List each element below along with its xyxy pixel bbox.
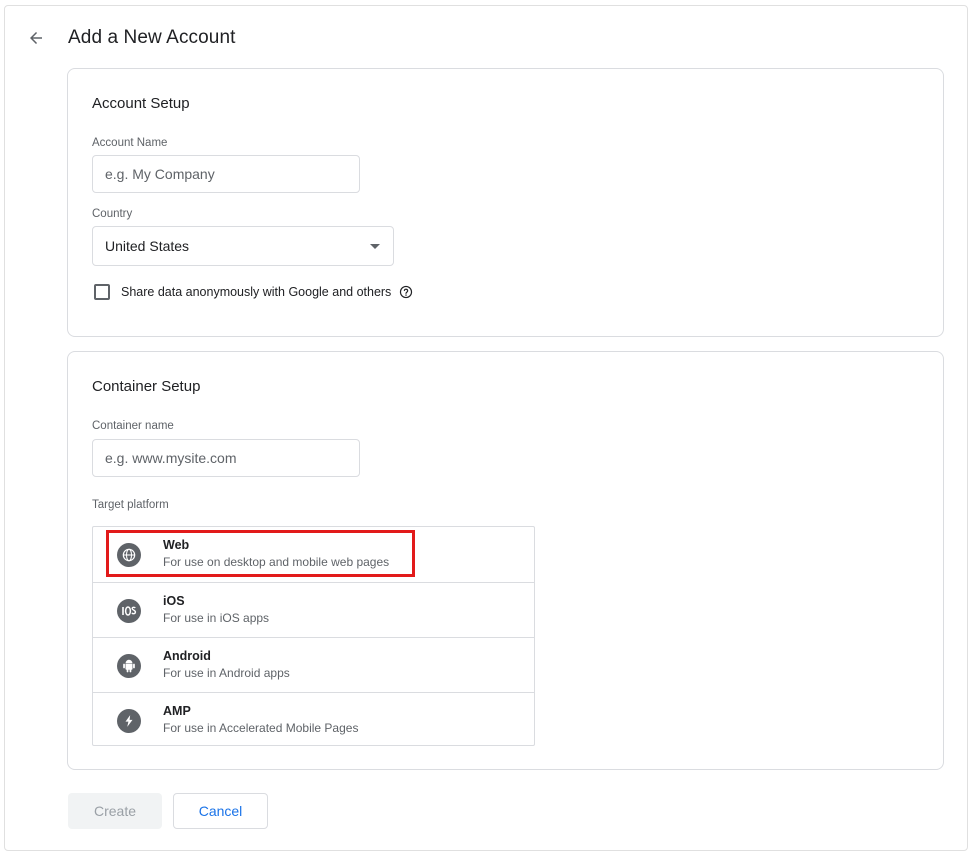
platform-description: For use in Accelerated Mobile Pages: [163, 721, 359, 735]
platform-name: Android: [163, 649, 211, 663]
container-setup-card: Container Setup Container name Target pl…: [67, 351, 944, 770]
dropdown-arrow-icon: [370, 244, 380, 249]
country-selected-value: United States: [105, 238, 190, 254]
target-platform-label: Target platform: [92, 499, 169, 511]
account-setup-title: Account Setup: [92, 95, 190, 112]
platform-option-android[interactable]: Android For use in Android apps: [93, 637, 534, 692]
help-icon[interactable]: [399, 285, 413, 299]
platform-option-ios[interactable]: iOS For use in iOS apps: [93, 582, 534, 637]
platform-description: For use on desktop and mobile web pages: [163, 555, 390, 569]
platform-name: AMP: [163, 704, 191, 718]
platform-name: Web: [163, 538, 190, 552]
platform-description: For use in iOS apps: [163, 611, 270, 625]
container-name-input[interactable]: [92, 439, 360, 477]
account-setup-card: Account Setup Account Name Country Unite…: [67, 68, 944, 337]
ios-icon: [117, 599, 141, 623]
account-name-input[interactable]: [92, 155, 360, 193]
platform-list: Web For use on desktop and mobile web pa…: [92, 526, 535, 746]
cancel-button[interactable]: Cancel: [173, 793, 268, 829]
platform-name: iOS: [163, 594, 185, 608]
container-setup-title: Container Setup: [92, 378, 201, 395]
platform-description: For use in Android apps: [163, 666, 290, 680]
country-label: Country: [92, 208, 133, 220]
country-select[interactable]: United States: [92, 226, 394, 266]
share-data-label: Share data anonymously with Google and o…: [121, 285, 392, 299]
account-name-label: Account Name: [92, 137, 168, 149]
share-data-checkbox[interactable]: [94, 284, 110, 300]
back-button[interactable]: [24, 26, 48, 50]
container-name-label: Container name: [92, 420, 174, 432]
android-icon: [117, 654, 141, 678]
page-title: Add a New Account: [68, 27, 236, 48]
globe-icon: [117, 543, 141, 567]
platform-option-web[interactable]: Web For use on desktop and mobile web pa…: [93, 527, 534, 582]
share-data-row: Share data anonymously with Google and o…: [94, 284, 413, 300]
amp-bolt-icon: [117, 709, 141, 733]
platform-option-amp[interactable]: AMP For use in Accelerated Mobile Pages: [93, 692, 534, 747]
arrow-back-icon: [30, 32, 42, 44]
create-button[interactable]: Create: [68, 793, 162, 829]
